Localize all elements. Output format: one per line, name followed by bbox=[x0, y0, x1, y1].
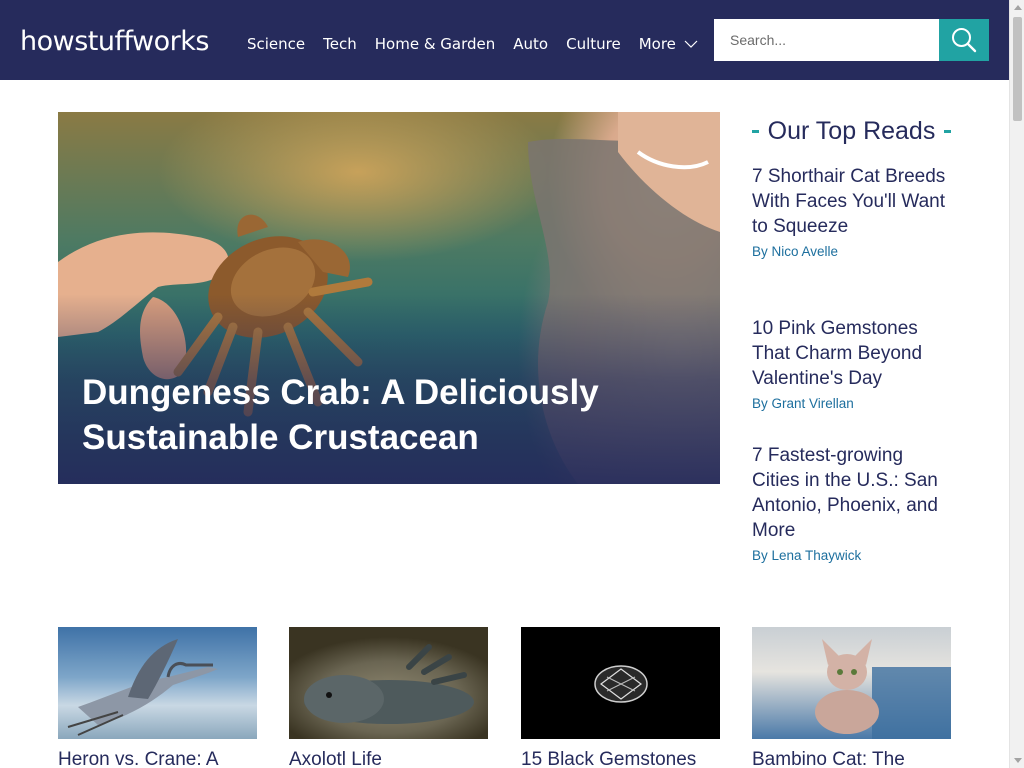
chevron-down-icon bbox=[684, 40, 698, 48]
nav-item-tech[interactable]: Tech bbox=[323, 35, 357, 53]
heading-accent-right bbox=[944, 129, 951, 133]
site-header: howstuffworks Science Tech Home & Garden… bbox=[0, 0, 1009, 80]
page-scrollbar[interactable] bbox=[1009, 0, 1024, 768]
axolotl-image[interactable] bbox=[289, 627, 488, 739]
top-read-title[interactable]: 10 Pink Gemstones That Charm Beyond Vale… bbox=[752, 316, 951, 391]
top-read-item[interactable]: 10 Pink Gemstones That Charm Beyond Vale… bbox=[752, 316, 951, 413]
scroll-up-arrow-icon[interactable] bbox=[1010, 0, 1024, 15]
nav-item-auto[interactable]: Auto bbox=[513, 35, 548, 53]
top-read-item[interactable]: 7 Fastest-growing Cities in the U.S.: Sa… bbox=[752, 443, 951, 565]
logo-text: howstuffworks bbox=[20, 26, 209, 57]
article-card[interactable]: Axolotl Life bbox=[289, 627, 488, 768]
scroll-down-arrow-icon[interactable] bbox=[1010, 753, 1024, 768]
gemstone-image[interactable] bbox=[521, 627, 720, 739]
top-read-item[interactable]: 7 Shorthair Cat Breeds With Faces You'll… bbox=[752, 164, 951, 261]
heron-image[interactable] bbox=[58, 627, 257, 739]
card-title[interactable]: 15 Black Gemstones bbox=[521, 747, 720, 768]
hero-article[interactable]: Dungeness Crab: A Deliciously Sustainabl… bbox=[58, 112, 720, 484]
card-title[interactable]: Axolotl Life bbox=[289, 747, 488, 768]
heading-accent-left bbox=[752, 129, 759, 133]
search-button[interactable] bbox=[939, 19, 989, 61]
article-card[interactable]: 15 Black Gemstones bbox=[521, 627, 720, 768]
search-input[interactable] bbox=[714, 19, 939, 61]
nav-item-science[interactable]: Science bbox=[247, 35, 305, 53]
cat-image[interactable] bbox=[752, 627, 951, 739]
top-read-author[interactable]: By Nico Avelle bbox=[752, 243, 951, 261]
top-reads-heading: Our Top Reads bbox=[752, 114, 951, 148]
nav-item-more[interactable]: More bbox=[639, 35, 698, 53]
nav-item-culture[interactable]: Culture bbox=[566, 35, 621, 53]
top-read-title[interactable]: 7 Fastest-growing Cities in the U.S.: Sa… bbox=[752, 443, 951, 543]
top-read-author[interactable]: By Lena Thaywick bbox=[752, 547, 951, 565]
article-card[interactable]: Heron vs. Crane: A bbox=[58, 627, 257, 768]
hero-title[interactable]: Dungeness Crab: A Deliciously Sustainabl… bbox=[82, 370, 682, 460]
article-card[interactable]: Bambino Cat: The bbox=[752, 627, 951, 768]
nav-more-label: More bbox=[638, 35, 676, 53]
card-title[interactable]: Heron vs. Crane: A bbox=[58, 747, 257, 768]
top-reads-title: Our Top Reads bbox=[767, 116, 936, 145]
card-title[interactable]: Bambino Cat: The bbox=[752, 747, 951, 768]
main-nav: Science Tech Home & Garden Auto Culture … bbox=[247, 35, 698, 53]
scrollbar-thumb[interactable] bbox=[1013, 17, 1022, 121]
nav-item-home-garden[interactable]: Home & Garden bbox=[375, 35, 496, 53]
top-read-title[interactable]: 7 Shorthair Cat Breeds With Faces You'll… bbox=[752, 164, 951, 239]
search-icon bbox=[952, 28, 977, 53]
site-logo[interactable]: howstuffworks bbox=[20, 18, 209, 62]
top-read-author[interactable]: By Grant Virellan bbox=[752, 395, 951, 413]
